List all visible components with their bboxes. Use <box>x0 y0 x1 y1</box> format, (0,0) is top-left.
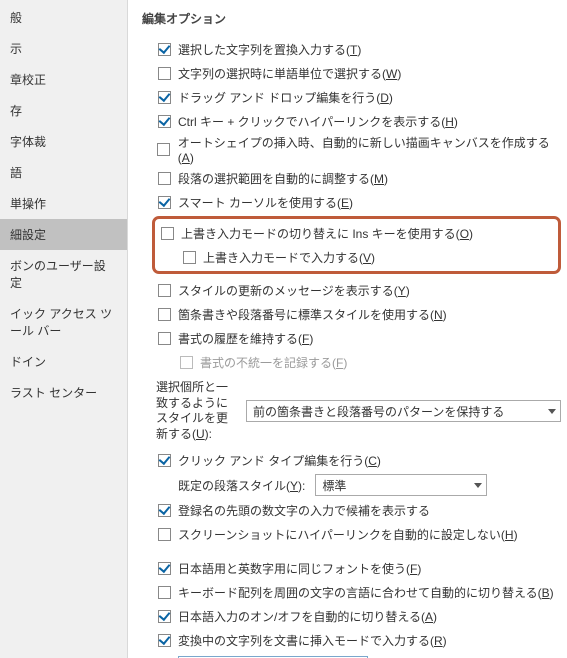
chevron-down-icon <box>548 409 556 414</box>
checkbox-track-formatting[interactable] <box>158 332 171 345</box>
sidebar-item-ease[interactable]: 単操作 <box>0 188 127 219</box>
option-row-ctrl-click-link[interactable]: Ctrl キー + クリックでハイパーリンクを表示する(H) <box>156 109 561 133</box>
option-label: 段落の選択範囲を自動的に調整する(M) <box>178 170 388 187</box>
checkbox-select-word[interactable] <box>158 67 171 80</box>
select-value: 標準 <box>322 477 346 494</box>
option-label: 文字列の選択時に単語単位で選択する(W) <box>178 65 401 82</box>
option-row-style-update-prompt[interactable]: スタイルの更新のメッセージを表示する(Y) <box>156 278 561 302</box>
option-row-same-font[interactable]: 日本語用と英数字用に同じフォントを使う(F) <box>156 556 561 580</box>
checkbox-insert-conversion[interactable] <box>158 634 171 647</box>
checkbox-normal-style-lists[interactable] <box>158 308 171 321</box>
option-label: 箇条書きや段落番号に標準スタイルを使用する(N) <box>178 306 447 323</box>
option-label: クリック アンド タイプ編集を行う(C) <box>178 452 381 469</box>
checkbox-autocomplete[interactable] <box>158 504 171 517</box>
sidebar-item-advanced[interactable]: 細設定 <box>0 219 127 250</box>
style-update-select[interactable]: 前の箇条書きと段落番号のパターンを保持する <box>246 400 561 422</box>
option-row-drag-drop[interactable]: ドラッグ アンド ドロップ編集を行う(D) <box>156 85 561 109</box>
option-label: スクリーンショットにハイパーリンクを自動的に設定しない(H) <box>178 526 518 543</box>
sidebar-item-quick-access[interactable]: イック アクセス ツール バー <box>0 298 127 346</box>
sidebar-item-customize-ribbon[interactable]: ボンのユーザー設定 <box>0 250 127 298</box>
option-label: 日本語入力のオン/オフを自動的に切り替える(A) <box>178 608 437 625</box>
sidebar-item-general[interactable]: 般 <box>0 2 127 33</box>
advanced-options-panel: 編集オプション 選択した文字列を置換入力する(T) 文字列の選択時に単語単位で選… <box>128 0 567 658</box>
option-label: 登録名の先頭の数文字の入力で候補を表示する <box>178 502 430 519</box>
checkbox-auto-keyboard[interactable] <box>158 586 171 599</box>
highlight-box-insert-key: 上書き入力モードの切り替えに Ins キーを使用する(O) 上書き入力モードで入… <box>152 216 561 274</box>
sidebar-item-typography[interactable]: 字体裁 <box>0 126 127 157</box>
options-category-sidebar: 般 示 章校正 存 字体裁 語 単操作 細設定 ボンのユーザー設定 イック アク… <box>0 0 128 658</box>
option-row-smart-cursor[interactable]: スマート カーソルを使用する(E) <box>156 190 561 214</box>
option-row-typing-replaces[interactable]: 選択した文字列を置換入力する(T) <box>156 37 561 61</box>
option-row-click-and-type[interactable]: クリック アンド タイプ編集を行う(C) <box>156 448 561 472</box>
option-label: 書式の履歴を維持する(F) <box>178 330 313 347</box>
checkbox-mark-inconsistent <box>180 356 193 369</box>
option-row-mark-inconsistent: 書式の不統一を記録する(F) <box>178 350 561 374</box>
option-label: 変換中の文字列を文書に挿入モードで入力する(R) <box>178 632 447 649</box>
option-label: Ctrl キー + クリックでハイパーリンクを表示する(H) <box>178 113 458 130</box>
option-label: 書式の不統一を記録する(F) <box>200 354 347 371</box>
option-row-select-word[interactable]: 文字列の選択時に単語単位で選択する(W) <box>156 61 561 85</box>
sidebar-item-save[interactable]: 存 <box>0 95 127 126</box>
sidebar-item-addins[interactable]: ドイン <box>0 346 127 377</box>
option-label: ドラッグ アンド ドロップ編集を行う(D) <box>178 89 393 106</box>
checkbox-drag-drop[interactable] <box>158 91 171 104</box>
option-row-normal-style-lists[interactable]: 箇条書きや段落番号に標準スタイルを使用する(N) <box>156 302 561 326</box>
option-label: スマート カーソルを使用する(E) <box>178 194 353 211</box>
style-update-label: 選択個所と一致するようにスタイルを更新する(U): <box>156 380 236 442</box>
default-paragraph-style-row: 既定の段落スタイル(Y): 標準 <box>178 474 561 496</box>
option-label: 上書き入力モードで入力する(V) <box>203 249 375 266</box>
option-row-track-formatting[interactable]: 書式の履歴を維持する(F) <box>156 326 561 350</box>
option-label: オートシェイプの挿入時、自動的に新しい描画キャンバスを作成する(A) <box>178 134 561 165</box>
option-label: 上書き入力モードの切り替えに Ins キーを使用する(O) <box>181 225 473 242</box>
option-row-insert-conversion[interactable]: 変換中の文字列を文書に挿入モードで入力する(R) <box>156 628 561 652</box>
option-row-screenshot-hyperlink[interactable]: スクリーンショットにハイパーリンクを自動的に設定しない(H) <box>156 522 561 546</box>
option-row-overtype-mode[interactable]: 上書き入力モードで入力する(V) <box>181 245 554 269</box>
checkbox-screenshot-hyperlink[interactable] <box>158 528 171 541</box>
option-row-insert-key-toggle[interactable]: 上書き入力モードの切り替えに Ins キーを使用する(O) <box>159 221 554 245</box>
checkbox-auto-canvas[interactable] <box>157 143 170 156</box>
option-label: キーボード配列を周囲の文字の言語に合わせて自動的に切り替える(B) <box>178 584 554 601</box>
option-label: スタイルの更新のメッセージを表示する(Y) <box>178 282 410 299</box>
chevron-down-icon <box>474 483 482 488</box>
option-row-smart-para-select[interactable]: 段落の選択範囲を自動的に調整する(M) <box>156 166 561 190</box>
checkbox-same-font[interactable] <box>158 562 171 575</box>
sidebar-item-language[interactable]: 語 <box>0 157 127 188</box>
checkbox-typing-replaces[interactable] <box>158 43 171 56</box>
section-heading-editing-options: 編集オプション <box>142 10 561 27</box>
style-update-select-row: 選択個所と一致するようにスタイルを更新する(U): 前の箇条書きと段落番号のパタ… <box>156 380 561 442</box>
default-paragraph-style-select[interactable]: 標準 <box>315 474 487 496</box>
sidebar-item-display[interactable]: 示 <box>0 33 127 64</box>
checkbox-style-update-prompt[interactable] <box>158 284 171 297</box>
checkbox-insert-key-toggle[interactable] <box>161 227 174 240</box>
select-value: 前の箇条書きと段落番号のパターンを保持する <box>253 403 504 420</box>
option-label: 日本語用と英数字用に同じフォントを使う(F) <box>178 560 421 577</box>
option-row-autocomplete[interactable]: 登録名の先頭の数文字の入力で候補を表示する <box>156 498 561 522</box>
sidebar-item-proofing[interactable]: 章校正 <box>0 64 127 95</box>
option-row-auto-canvas[interactable]: オートシェイプの挿入時、自動的に新しい描画キャンバスを作成する(A) <box>156 133 561 166</box>
checkbox-auto-ime[interactable] <box>158 610 171 623</box>
checkbox-ctrl-click-link[interactable] <box>158 115 171 128</box>
checkbox-smart-para-select[interactable] <box>158 172 171 185</box>
option-row-auto-keyboard[interactable]: キーボード配列を周囲の文字の言語に合わせて自動的に切り替える(B) <box>156 580 561 604</box>
default-paragraph-style-label: 既定の段落スタイル(Y): <box>178 477 305 494</box>
checkbox-overtype-mode[interactable] <box>183 251 196 264</box>
checkbox-smart-cursor[interactable] <box>158 196 171 209</box>
checkbox-click-and-type[interactable] <box>158 454 171 467</box>
sidebar-item-trust-center[interactable]: ラスト センター <box>0 377 127 408</box>
option-label: 選択した文字列を置換入力する(T) <box>178 41 361 58</box>
option-row-auto-ime[interactable]: 日本語入力のオン/オフを自動的に切り替える(A) <box>156 604 561 628</box>
